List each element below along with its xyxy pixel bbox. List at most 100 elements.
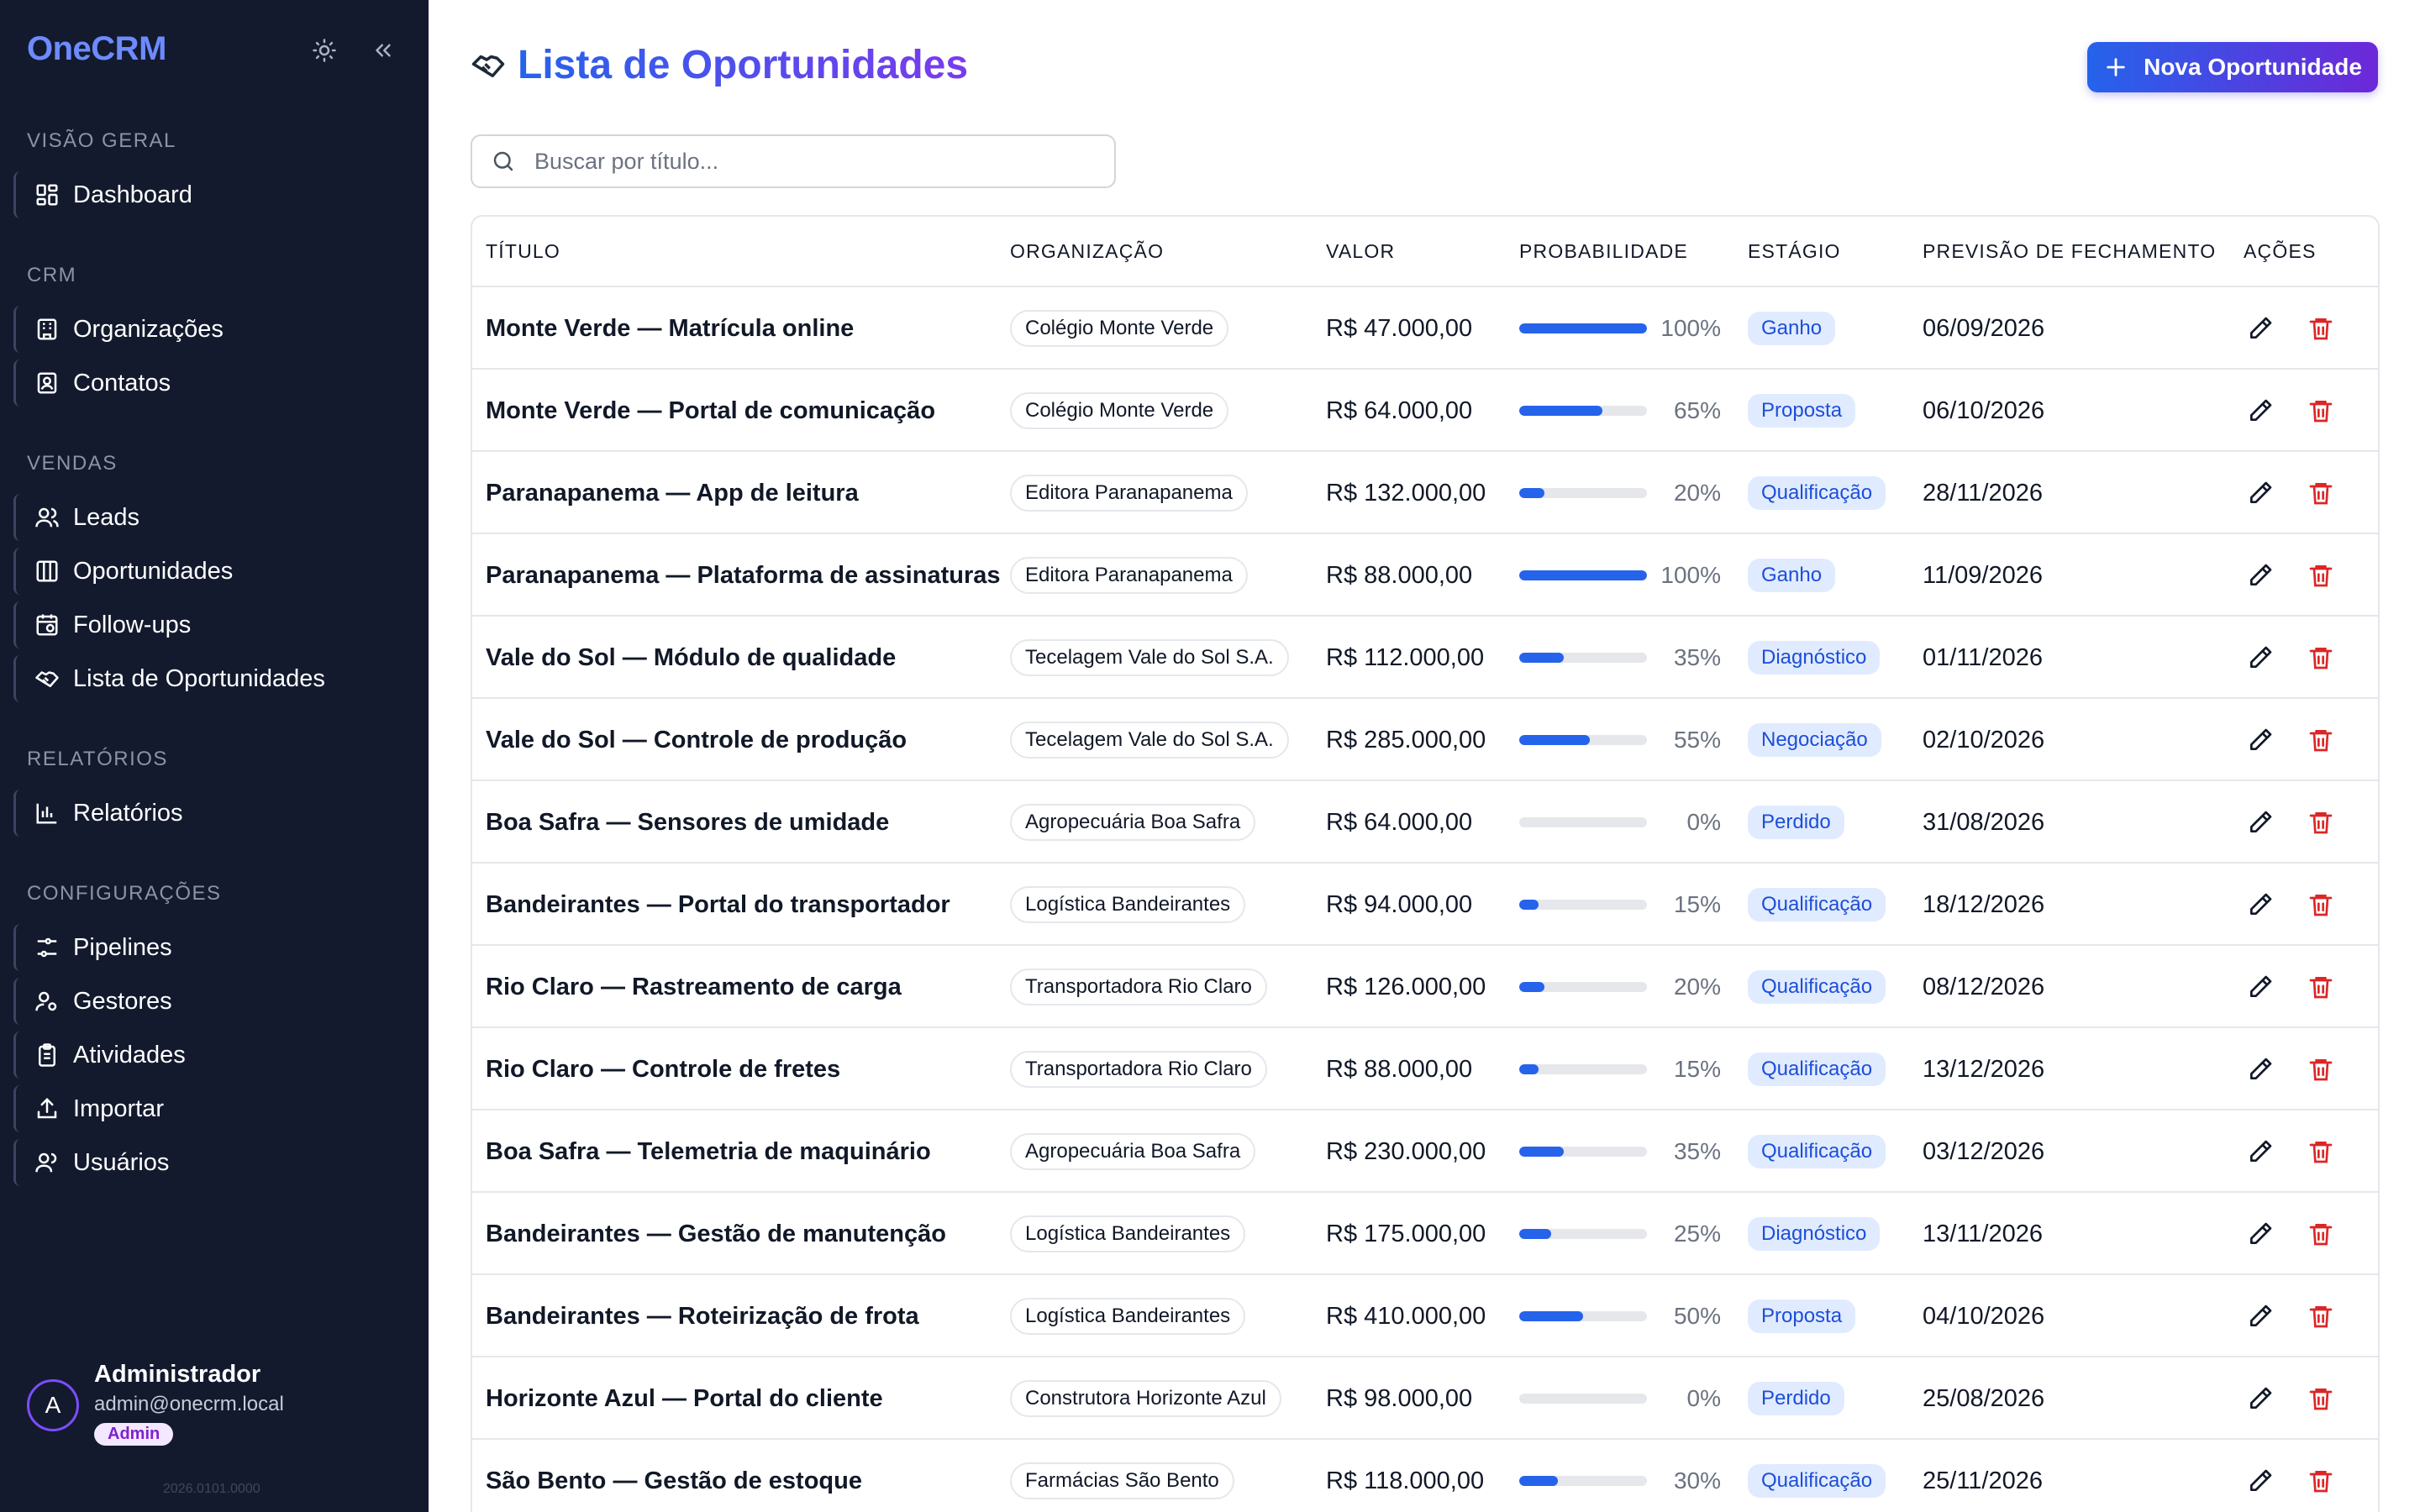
opportunity-title[interactable]: Monte Verde — Portal de comunicação: [486, 370, 935, 452]
opportunity-title[interactable]: São Bento — Gestão de estoque: [486, 1440, 862, 1512]
table-row[interactable]: Vale do Sol — Controle de produção Tecel…: [472, 699, 2378, 781]
delete-button[interactable]: [2304, 1135, 2338, 1168]
opportunity-title[interactable]: Bandeirantes — Gestão de manutenção: [486, 1193, 946, 1275]
opportunity-title[interactable]: Rio Claro — Rastreamento de carga: [486, 946, 902, 1028]
probability-text: 15%: [1673, 1056, 1721, 1082]
opportunity-title[interactable]: Boa Safra — Telemetria de maquinário: [486, 1110, 931, 1193]
table-row[interactable]: Rio Claro — Controle de fretes Transport…: [472, 1028, 2378, 1110]
column-header-organizacao[interactable]: ORGANIZAÇÃO: [1010, 240, 1164, 263]
value-cell: R$ 118.000,00: [1326, 1467, 1485, 1494]
sidebar-item-label: Follow-ups: [73, 611, 192, 638]
opportunity-title[interactable]: Vale do Sol — Módulo de qualidade: [486, 617, 896, 699]
table-row[interactable]: Rio Claro — Rastreamento de carga Transp…: [472, 946, 2378, 1028]
table-row[interactable]: Monte Verde — Portal de comunicação Colé…: [472, 370, 2378, 452]
sidebar-item-importar[interactable]: Importar: [13, 1085, 408, 1132]
delete-button[interactable]: [2304, 394, 2338, 428]
opportunity-title[interactable]: Paranapanema — Plataforma de assinaturas: [486, 534, 1000, 617]
opportunity-title[interactable]: Horizonte Azul — Portal do cliente: [486, 1357, 883, 1440]
table-row[interactable]: Boa Safra — Sensores de umidade Agropecu…: [472, 781, 2378, 864]
edit-button[interactable]: [2244, 312, 2277, 345]
stage-badge: Qualificação: [1748, 1464, 1886, 1498]
opportunity-title[interactable]: Boa Safra — Sensores de umidade: [486, 781, 889, 864]
table-row[interactable]: Monte Verde — Matrícula online Colégio M…: [472, 287, 2378, 370]
sidebar-item-follow-ups[interactable]: Follow-ups: [13, 601, 408, 648]
opportunity-title[interactable]: Vale do Sol — Controle de produção: [486, 699, 907, 781]
delete-button[interactable]: [2304, 1217, 2338, 1251]
table-row[interactable]: São Bento — Gestão de estoque Farmácias …: [472, 1440, 2378, 1512]
theme-toggle-sun-icon[interactable]: [308, 34, 341, 67]
delete-button[interactable]: [2304, 476, 2338, 510]
delete-button[interactable]: [2304, 559, 2338, 592]
delete-button[interactable]: [2304, 641, 2338, 675]
delete-button[interactable]: [2304, 1382, 2338, 1415]
sidebar-item-dashboard[interactable]: Dashboard: [13, 171, 408, 218]
collapse-sidebar-icon[interactable]: [366, 34, 400, 67]
edit-button[interactable]: [2244, 1053, 2277, 1086]
table-row[interactable]: Horizonte Azul — Portal do cliente Const…: [472, 1357, 2378, 1440]
delete-button[interactable]: [2304, 1299, 2338, 1333]
edit-button[interactable]: [2244, 1382, 2277, 1415]
table-row[interactable]: Bandeirantes — Roteirização de frota Log…: [472, 1275, 2378, 1357]
sidebar-item-lista-oportunidades[interactable]: Lista de Oportunidades: [13, 655, 408, 702]
actions-cell: [2244, 534, 2338, 617]
new-opportunity-button[interactable]: Nova Oportunidade: [2087, 42, 2378, 92]
edit-button[interactable]: [2244, 476, 2277, 510]
probability-bar-fill: [1519, 900, 1539, 910]
organization-cell: Colégio Monte Verde: [1010, 370, 1229, 452]
value-cell: R$ 88.000,00: [1326, 561, 1473, 589]
table-row[interactable]: Vale do Sol — Módulo de qualidade Tecela…: [472, 617, 2378, 699]
delete-button[interactable]: [2304, 970, 2338, 1004]
column-header-estagio[interactable]: ESTÁGIO: [1748, 240, 1841, 263]
delete-button[interactable]: [2304, 723, 2338, 757]
delete-button[interactable]: [2304, 1053, 2338, 1086]
column-header-valor[interactable]: VALOR: [1326, 240, 1395, 263]
sidebar-item-gestores[interactable]: Gestores: [13, 978, 408, 1025]
close-date-cell: 03/12/2026: [1923, 1137, 2045, 1165]
opportunity-title[interactable]: Bandeirantes — Roteirização de frota: [486, 1275, 919, 1357]
delete-button[interactable]: [2304, 888, 2338, 921]
sidebar-item-oportunidades[interactable]: Oportunidades: [13, 548, 408, 595]
opportunities-table: TÍTULO ORGANIZAÇÃO VALOR PROBABILIDADE E…: [471, 215, 2380, 1512]
close-date-cell: 25/11/2026: [1923, 1467, 2043, 1494]
organization-badge: Agropecuária Boa Safra: [1010, 804, 1256, 841]
edit-button[interactable]: [2244, 723, 2277, 757]
opportunity-title[interactable]: Monte Verde — Matrícula online: [486, 287, 854, 370]
opportunity-title[interactable]: Bandeirantes — Portal do transportador: [486, 864, 950, 946]
edit-button[interactable]: [2244, 394, 2277, 428]
opportunity-title[interactable]: Paranapanema — App de leitura: [486, 452, 859, 534]
edit-button[interactable]: [2244, 641, 2277, 675]
table-row[interactable]: Boa Safra — Telemetria de maquinário Agr…: [472, 1110, 2378, 1193]
organization-cell: Transportadora Rio Claro: [1010, 1028, 1267, 1110]
table-row[interactable]: Paranapanema — Plataforma de assinaturas…: [472, 534, 2378, 617]
table-row[interactable]: Bandeirantes — Portal do transportador L…: [472, 864, 2378, 946]
organization-cell: Transportadora Rio Claro: [1010, 946, 1267, 1028]
delete-button[interactable]: [2304, 312, 2338, 345]
sidebar-item-pipelines[interactable]: Pipelines: [13, 924, 408, 971]
table-row[interactable]: Bandeirantes — Gestão de manutenção Logí…: [472, 1193, 2378, 1275]
sidebar-item-atividades[interactable]: Atividades: [13, 1032, 408, 1079]
edit-button[interactable]: [2244, 888, 2277, 921]
column-header-probabilidade[interactable]: PROBABILIDADE: [1519, 240, 1688, 263]
sidebar-item-usuarios[interactable]: Usuários: [13, 1139, 408, 1186]
delete-button[interactable]: [2304, 1464, 2338, 1498]
edit-button[interactable]: [2244, 1299, 2277, 1333]
column-header-titulo[interactable]: TÍTULO: [486, 240, 560, 263]
search-input[interactable]: [534, 148, 1089, 175]
sidebar-item-leads[interactable]: Leads: [13, 494, 408, 541]
table-row[interactable]: Paranapanema — App de leitura Editora Pa…: [472, 452, 2378, 534]
edit-button[interactable]: [2244, 970, 2277, 1004]
edit-button[interactable]: [2244, 1135, 2277, 1168]
user-profile[interactable]: A Administrador admin@onecrm.local Admin: [27, 1361, 397, 1462]
trash-icon: [2309, 648, 2333, 669]
edit-button[interactable]: [2244, 559, 2277, 592]
sidebar-item-contatos[interactable]: Contatos: [13, 360, 408, 407]
edit-button[interactable]: [2244, 1464, 2277, 1498]
sidebar-item-relatorios[interactable]: Relatórios: [13, 790, 408, 837]
edit-button[interactable]: [2244, 1217, 2277, 1251]
edit-button[interactable]: [2244, 806, 2277, 839]
column-header-previsao[interactable]: PREVISÃO DE FECHAMENTO: [1923, 240, 2216, 263]
probability-cell: 35%: [1519, 617, 1721, 699]
delete-button[interactable]: [2304, 806, 2338, 839]
sidebar-item-organizacoes[interactable]: Organizações: [13, 306, 408, 353]
opportunity-title[interactable]: Rio Claro — Controle de fretes: [486, 1028, 840, 1110]
